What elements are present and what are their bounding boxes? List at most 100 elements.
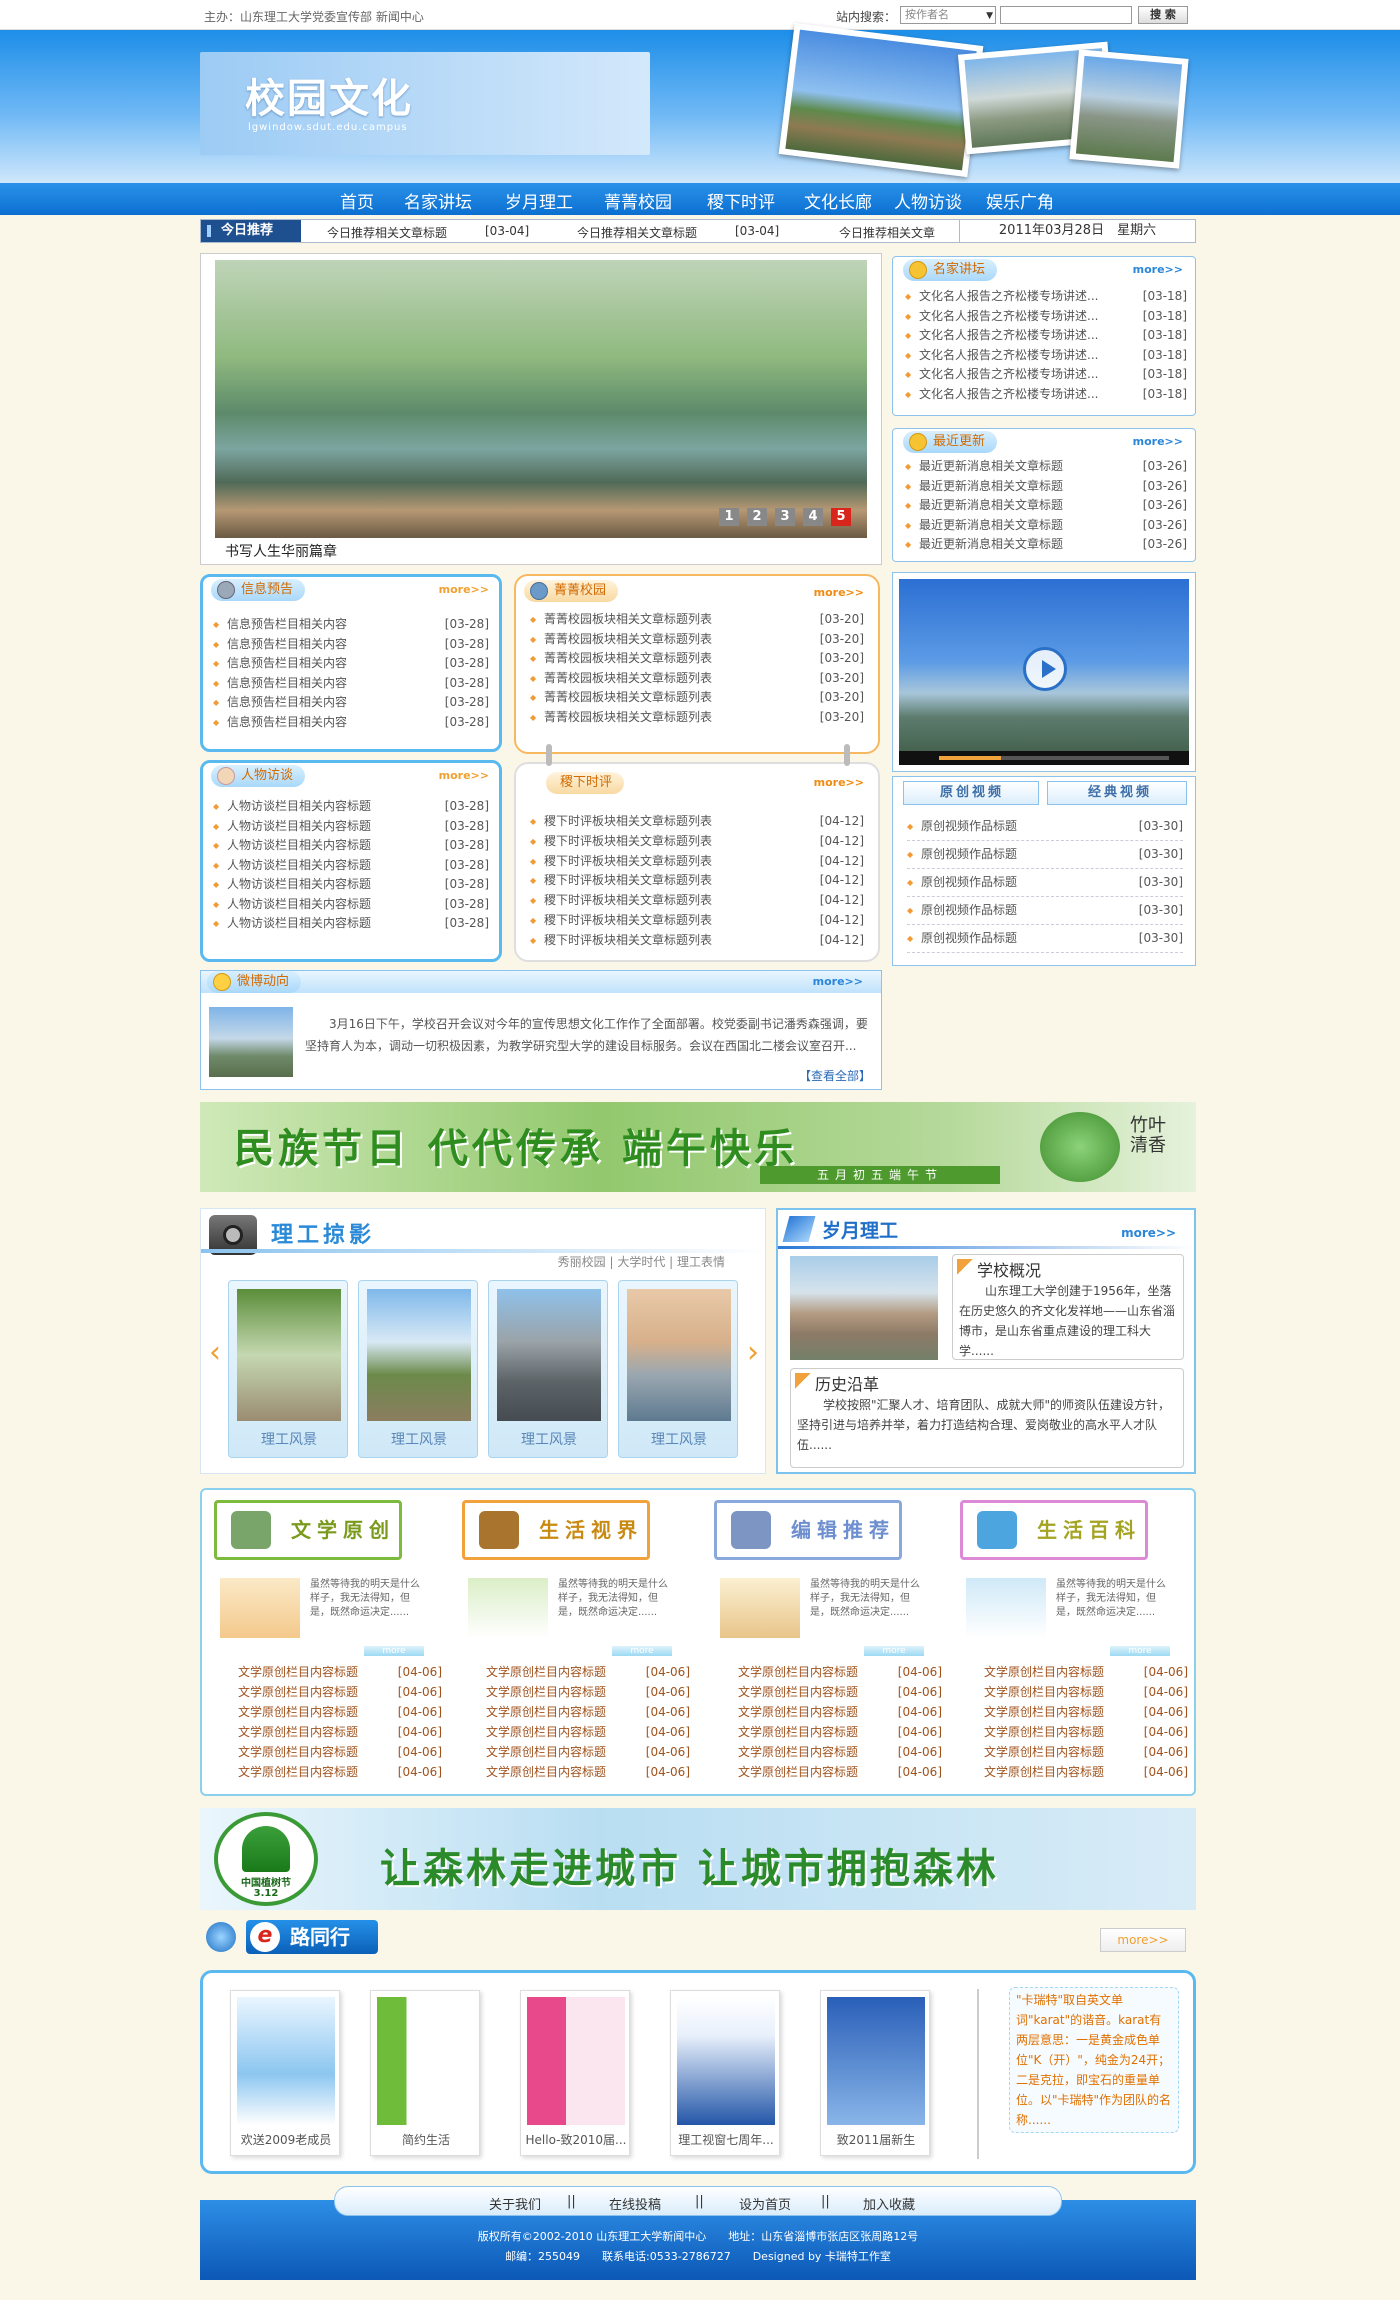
list-item[interactable]: 文学原创栏目内容标题 [04-06] (738, 1722, 942, 1742)
list-item[interactable]: 文学原创栏目内容标题 [04-06] (984, 1762, 1188, 1782)
list-item[interactable]: 人物访谈栏目相关内容标题[03-28] (213, 797, 489, 817)
list-item[interactable]: 文学原创栏目内容标题 [04-06] (738, 1742, 942, 1762)
today-item[interactable]: 今日推荐相关文章标题 (577, 224, 697, 241)
today-item[interactable]: 今日推荐相关文章 (839, 224, 935, 241)
list-item[interactable]: 人物访谈栏目相关内容标题[03-28] (213, 895, 489, 915)
years-more[interactable]: more>> (1121, 1226, 1176, 1240)
today-item[interactable]: 今日推荐相关文章标题 (327, 224, 447, 241)
list-item[interactable]: 文化名人报告之齐松楼专场讲述...[03-18] (905, 385, 1187, 405)
column-header[interactable]: 编辑推荐 (714, 1500, 902, 1560)
list-item[interactable]: 最近更新消息相关文章标题[03-26] (905, 496, 1187, 516)
nav-culture[interactable]: 文化长廊 (804, 188, 872, 213)
latest-more[interactable]: more>> (1133, 435, 1183, 448)
campus-more[interactable]: more>> (814, 586, 864, 599)
list-item[interactable]: 稷下时评板块相关文章标题列表[04-12] (530, 852, 864, 872)
interview-more[interactable]: more>> (439, 769, 489, 782)
list-item[interactable]: 文学原创栏目内容标题 [04-06] (238, 1662, 442, 1682)
tab-original-video[interactable]: 原创视频 (903, 781, 1039, 805)
next-arrow-icon[interactable]: › (747, 1335, 759, 1370)
list-item[interactable]: 菁菁校园板块相关文章标题列表[03-20] (530, 630, 864, 650)
list-item[interactable]: 信息预告栏目相关内容[03-28] (213, 674, 489, 694)
list-item[interactable]: 文学原创栏目内容标题 [04-06] (486, 1682, 690, 1702)
nav-interview[interactable]: 人物访谈 (894, 188, 962, 213)
photo-card[interactable]: 理工风景 (488, 1280, 608, 1458)
list-item[interactable]: 文学原创栏目内容标题 [04-06] (738, 1762, 942, 1782)
list-item[interactable]: 人物访谈栏目相关内容标题[03-28] (213, 856, 489, 876)
list-item[interactable]: 文学原创栏目内容标题 [04-06] (984, 1682, 1188, 1702)
list-item[interactable]: 信息预告栏目相关内容[03-28] (213, 615, 489, 635)
prev-arrow-icon[interactable]: ‹ (209, 1335, 221, 1370)
comment-more[interactable]: more>> (814, 776, 864, 789)
column-header[interactable]: 文学原创 (214, 1500, 402, 1560)
book-card[interactable]: 致2011届新生 (820, 1990, 930, 2156)
slide-image[interactable]: 1 2 3 4 5 (215, 260, 867, 538)
list-item[interactable]: 文学原创栏目内容标题 [04-06] (984, 1662, 1188, 1682)
list-item[interactable]: 最近更新消息相关文章标题[03-26] (905, 516, 1187, 536)
list-item[interactable]: 文学原创栏目内容标题 [04-06] (486, 1702, 690, 1722)
view-all-link[interactable]: 【查看全部】 (799, 1067, 871, 1084)
overview-title[interactable]: 学校概况 (977, 1257, 1041, 1281)
book-card[interactable]: 欢送2009老成员 (230, 1990, 340, 2156)
column-thumbnail[interactable] (220, 1578, 300, 1638)
elane-more-button[interactable]: more>> (1100, 1928, 1186, 1952)
list-item[interactable]: 文学原创栏目内容标题 [04-06] (238, 1722, 442, 1742)
list-item[interactable]: 文学原创栏目内容标题 [04-06] (486, 1742, 690, 1762)
video-player[interactable] (899, 579, 1189, 763)
column-header[interactable]: 生活百科 (960, 1500, 1148, 1560)
list-item[interactable]: 文学原创栏目内容标题 [04-06] (486, 1662, 690, 1682)
column-thumbnail[interactable] (468, 1578, 548, 1638)
list-item[interactable]: 文化名人报告之齐松楼专场讲述...[03-18] (905, 365, 1187, 385)
footer-link-homepage[interactable]: 设为首页 (739, 2194, 791, 2213)
slider-page-1[interactable]: 1 (719, 508, 739, 526)
photo-card[interactable]: 理工风景 (228, 1280, 348, 1458)
play-icon[interactable] (1023, 647, 1067, 691)
tab-classic-video[interactable]: 经典视频 (1047, 781, 1187, 805)
info-more[interactable]: more>> (439, 583, 489, 596)
nav-comment[interactable]: 稷下时评 (707, 188, 775, 213)
list-item[interactable]: 信息预告栏目相关内容[03-28] (213, 654, 489, 674)
column-header[interactable]: 生活视界 (462, 1500, 650, 1560)
column-thumbnail[interactable] (966, 1578, 1046, 1638)
list-item[interactable]: 信息预告栏目相关内容[03-28] (213, 713, 489, 733)
nav-lecture[interactable]: 名家讲坛 (404, 188, 472, 213)
list-item[interactable]: 文学原创栏目内容标题 [04-06] (738, 1662, 942, 1682)
list-item[interactable]: 菁菁校园板块相关文章标题列表[03-20] (530, 688, 864, 708)
list-item[interactable]: 文学原创栏目内容标题 [04-06] (984, 1702, 1188, 1722)
search-type-select[interactable]: 按作者名 (900, 6, 996, 24)
duanwu-banner[interactable]: 民族节日 代代传承 端午快乐 五月初五端午节 竹叶清香 (200, 1102, 1196, 1192)
video-controls[interactable] (899, 751, 1189, 765)
column-more[interactable]: more (364, 1646, 424, 1656)
list-item[interactable]: 文学原创栏目内容标题 [04-06] (238, 1702, 442, 1722)
nav-years[interactable]: 岁月理工 (505, 188, 573, 213)
list-item[interactable]: 原创视频作品标题[03-30] (907, 813, 1183, 841)
list-item[interactable]: 人物访谈栏目相关内容标题[03-28] (213, 914, 489, 934)
list-item[interactable]: 文学原创栏目内容标题 [04-06] (738, 1702, 942, 1722)
book-card[interactable]: 简约生活 (370, 1990, 480, 2156)
list-item[interactable]: 信息预告栏目相关内容[03-28] (213, 693, 489, 713)
column-more[interactable]: more (1110, 1646, 1170, 1656)
column-more[interactable]: more (612, 1646, 672, 1656)
list-item[interactable]: 人物访谈栏目相关内容标题[03-28] (213, 817, 489, 837)
photo-card[interactable]: 理工风景 (358, 1280, 478, 1458)
list-item[interactable]: 稷下时评板块相关文章标题列表[04-12] (530, 911, 864, 931)
slider-page-4[interactable]: 4 (803, 508, 823, 526)
weibo-more[interactable]: more>> (813, 975, 863, 988)
list-item[interactable]: 文化名人报告之齐松楼专场讲述...[03-18] (905, 307, 1187, 327)
list-item[interactable]: 菁菁校园板块相关文章标题列表[03-20] (530, 669, 864, 689)
photos-links[interactable]: 秀丽校园 | 大学时代 | 理工表情 (558, 1253, 725, 1270)
photo-card[interactable]: 理工风景 (618, 1280, 738, 1458)
list-item[interactable]: 文学原创栏目内容标题 [04-06] (238, 1742, 442, 1762)
list-item[interactable]: 文化名人报告之齐松楼专场讲述...[03-18] (905, 326, 1187, 346)
column-more[interactable]: more (864, 1646, 924, 1656)
footer-link-favorite[interactable]: 加入收藏 (863, 2194, 915, 2213)
list-item[interactable]: 文学原创栏目内容标题 [04-06] (984, 1742, 1188, 1762)
arbor-day-banner[interactable]: 中国植树节 3.12 让森林走进城市 让城市拥抱森林 (200, 1808, 1196, 1910)
footer-link-submit[interactable]: 在线投稿 (609, 2194, 661, 2213)
list-item[interactable]: 稷下时评板块相关文章标题列表[04-12] (530, 812, 864, 832)
slider-page-2[interactable]: 2 (747, 508, 767, 526)
nav-campus[interactable]: 菁菁校园 (604, 188, 672, 213)
list-item[interactable]: 菁菁校园板块相关文章标题列表[03-20] (530, 708, 864, 728)
book-card[interactable]: Hello-致2010届... (520, 1990, 630, 2156)
list-item[interactable]: 原创视频作品标题[03-30] (907, 841, 1183, 869)
list-item[interactable]: 文学原创栏目内容标题 [04-06] (238, 1682, 442, 1702)
